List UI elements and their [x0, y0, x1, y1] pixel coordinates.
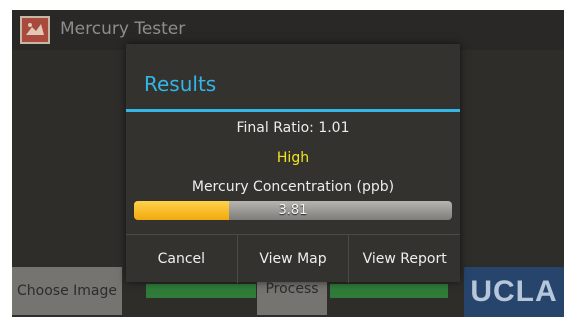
results-dialog: Results Final Ratio: 1.01 High Mercury C… [126, 44, 460, 283]
mercury-tester-logo-icon [22, 18, 48, 42]
app-screen: Mercury Tester Choose Image Process UCLA… [12, 10, 564, 317]
dialog-divider [126, 109, 460, 112]
mercury-level-text: High [276, 150, 310, 166]
final-ratio-text: Final Ratio: 1.01 [236, 120, 350, 136]
choose-image-button[interactable]: Choose Image [12, 267, 122, 315]
app-title: Mercury Tester [60, 19, 186, 39]
view-report-button[interactable]: View Report [348, 235, 460, 283]
cancel-button[interactable]: Cancel [126, 235, 237, 283]
concentration-label: Mercury Concentration (ppb) [191, 179, 395, 195]
status-bar-left [146, 284, 256, 298]
view-map-button[interactable]: View Map [236, 235, 349, 283]
app-icon [20, 16, 50, 44]
ucla-logo: UCLA [464, 267, 564, 317]
dialog-button-bar: Cancel View Map View Report [126, 234, 460, 283]
concentration-value: 3.81 [278, 203, 308, 218]
dialog-title: Results [144, 72, 217, 96]
concentration-progress-bar: 3.81 [134, 201, 452, 220]
status-bar-right [330, 284, 448, 298]
